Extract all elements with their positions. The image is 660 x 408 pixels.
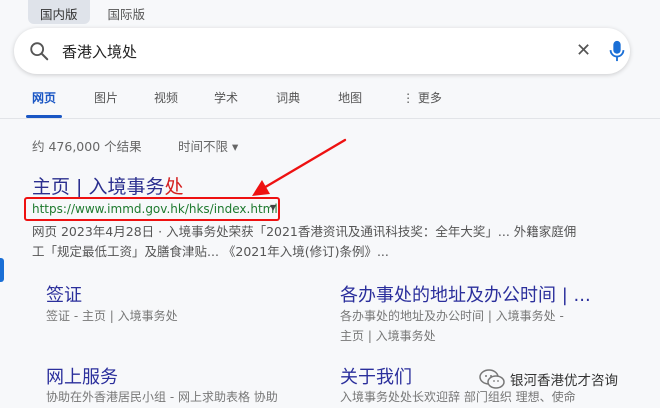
sitelink-visa-desc: 签证 - 主页 | 入境事务处 [46, 309, 178, 323]
tab-dictionary[interactable]: 词典 [276, 86, 300, 109]
side-accent-tab[interactable] [0, 258, 4, 282]
sitelink-about-us-desc: 入境事务处处长欢迎辞 部门组织 理想、使命 [340, 390, 576, 404]
search-box[interactable]: 香港入境处 ✕ [14, 28, 630, 74]
region-tab-international[interactable]: 国际版 [96, 0, 158, 24]
tab-academic[interactable]: 学术 [214, 86, 238, 109]
search-nav-tabs: 网页 图片 视频 学术 词典 地图 ⋮ 更多 [14, 86, 442, 109]
result-title-link[interactable]: 主页 | 入境事务处 [32, 172, 184, 199]
tab-maps[interactable]: 地图 [338, 86, 362, 109]
sitelink-visa[interactable]: 签证 [46, 281, 82, 307]
region-tabs: 国内版 国际版 [28, 0, 157, 24]
tab-web[interactable]: 网页 [32, 86, 56, 109]
sitelink-online-services-desc: 协助在外香港居民小组 - 网上求助表格 协助 [46, 390, 278, 404]
clear-icon[interactable]: ✕ [576, 42, 591, 60]
nav-divider [0, 118, 660, 119]
tab-more[interactable]: ⋮ 更多 [402, 86, 442, 109]
search-icon[interactable] [28, 40, 50, 62]
tab-videos[interactable]: 视频 [154, 86, 178, 109]
result-title-main: 主页 | 入境事务 [32, 176, 165, 198]
result-url[interactable]: https://www.immd.gov.hk/hks/index.html [32, 202, 278, 216]
result-snippet: 网页 2023年4月28日 · 入境事务处荣获「2021香港资讯及通讯科技奖：全… [32, 222, 632, 262]
watermark-text: 银河香港优才咨询 [510, 373, 618, 389]
time-filter-dropdown[interactable]: 时间不限 ▾ [178, 136, 238, 155]
tab-images[interactable]: 图片 [94, 86, 118, 109]
sitelink-offices[interactable]: 各办事处的地址及办公时间 | ... [340, 281, 591, 307]
region-tab-domestic[interactable]: 国内版 [28, 0, 90, 24]
url-options-icon[interactable]: ▼ [270, 203, 276, 212]
sitelink-offices-desc-line-2: 主页 | 入境事务处 [340, 329, 436, 343]
snippet-line-1: 网页 2023年4月28日 · 入境事务处荣获「2021香港资讯及通讯科技奖：全… [32, 224, 577, 239]
sitelink-about-us[interactable]: 关于我们 [340, 363, 412, 389]
sitelink-offices-desc: 各办事处的地址及办公时间 | 入境事务处 - 主页 | 入境事务处 [340, 306, 564, 346]
search-input[interactable]: 香港入境处 [62, 41, 137, 62]
result-count: 约 476,000 个结果 [32, 139, 142, 154]
wechat-icon [479, 369, 505, 389]
sitelink-offices-desc-line-1: 各办事处的地址及办公时间 | 入境事务处 - [340, 309, 564, 323]
sitelink-online-services[interactable]: 网上服务 [46, 363, 118, 389]
watermark: 银河香港优才咨询 [478, 368, 618, 390]
snippet-line-2: 工「规定最低工资」及膳食津贴... 《2021年入境(修订)条例》... [32, 244, 389, 259]
microphone-icon[interactable] [606, 39, 628, 63]
result-title-end: 处 [164, 176, 184, 198]
